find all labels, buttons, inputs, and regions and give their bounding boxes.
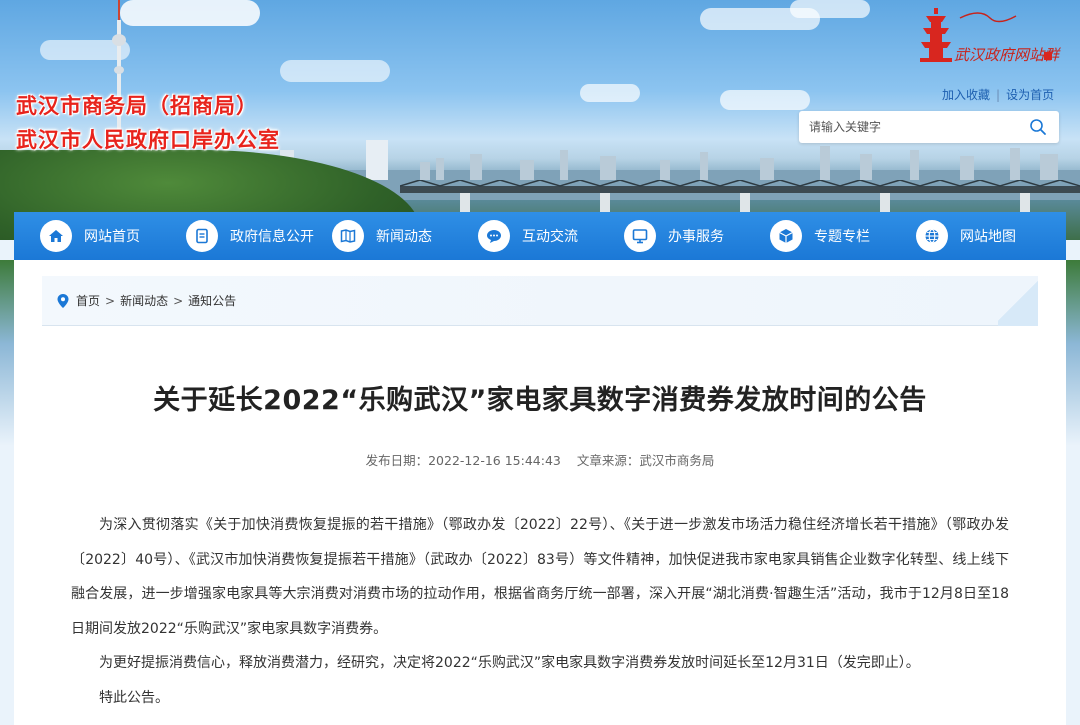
breadcrumb-separator: > xyxy=(105,293,116,308)
article-source: 文章来源：武汉市商务局 xyxy=(576,453,715,468)
article-meta: 发布日期：2022-12-16 15:44:43 文章来源：武汉市商务局 xyxy=(14,450,1066,469)
article-paragraph: 为更好提振消费信心，释放消费潜力，经研究，决定将2022“乐购武汉”家电家具数字… xyxy=(99,655,920,671)
nav-label: 新闻动态 xyxy=(376,229,432,245)
nav-label: 专题专栏 xyxy=(814,229,870,245)
page-side-right xyxy=(1066,260,1080,725)
chat-icon xyxy=(478,220,510,252)
search-input[interactable] xyxy=(809,117,1019,137)
add-bookmark-link[interactable]: 加入收藏 xyxy=(942,88,990,102)
nav-label: 互动交流 xyxy=(522,229,578,245)
nav-label: 网站首页 xyxy=(84,229,140,245)
document-icon xyxy=(186,220,218,252)
page-side-left xyxy=(0,260,14,725)
wuhan-gov-logo[interactable]: 武汉政府网站群 xyxy=(920,2,1065,80)
article-paragraph: 特此公告。 xyxy=(99,689,169,706)
article-body: 为深入贯彻落实《关于加快消费恢复提振的若干措施》（鄂政办发〔2022〕22号）、… xyxy=(71,508,1009,715)
breadcrumb-notices[interactable]: 通知公告 xyxy=(188,292,236,309)
nav-label: 政府信息公开 xyxy=(230,229,314,245)
article-title: 关于延长2022“乐购武汉”家电家具数字消费券发放时间的公告 xyxy=(153,385,927,416)
set-homepage-link[interactable]: 设为首页 xyxy=(1006,88,1054,102)
breadcrumb-bar: 首页 > 新闻动态 > 通知公告 xyxy=(42,276,1038,326)
breadcrumb: 首页 > 新闻动态 > 通知公告 xyxy=(56,292,236,309)
breadcrumb-news[interactable]: 新闻动态 xyxy=(120,292,168,309)
nav-item-gov-info[interactable]: 政府信息公开 xyxy=(186,212,314,260)
search-icon[interactable] xyxy=(1028,117,1048,137)
nav-item-home[interactable]: 网站首页 xyxy=(40,212,140,260)
search-box xyxy=(799,111,1059,143)
breadcrumb-decoration xyxy=(998,276,1038,326)
monitor-icon xyxy=(624,220,656,252)
site-title-line2: 武汉市人民政府口岸办公室 xyxy=(16,128,280,152)
nav-item-sitemap[interactable]: 网站地图 xyxy=(916,212,1016,260)
river-bridge xyxy=(400,180,1080,212)
globe-icon xyxy=(916,220,948,252)
location-pin-icon xyxy=(57,293,69,308)
cube-icon xyxy=(770,220,802,252)
header-banner: 武汉市商务局（招商局） 武汉市人民政府口岸办公室 武汉政府网站群 加入收藏 | 设为… xyxy=(0,0,1080,240)
nav-item-topics[interactable]: 专题专栏 xyxy=(770,212,870,260)
nav-label: 办事服务 xyxy=(668,229,724,245)
nav-item-news[interactable]: 新闻动态 xyxy=(332,212,432,260)
nav-item-services[interactable]: 办事服务 xyxy=(624,212,724,260)
nav-item-interaction[interactable]: 互动交流 xyxy=(478,212,578,260)
newspaper-icon xyxy=(332,220,364,252)
breadcrumb-home[interactable]: 首页 xyxy=(76,292,100,309)
main-nav: 网站首页 政府信息公开 新闻动态 互动交流 办事服务 专题专栏 网站地图 xyxy=(14,212,1066,260)
nav-label: 网站地图 xyxy=(960,229,1016,245)
top-links: 加入收藏 | 设为首页 xyxy=(942,86,1054,103)
site-title-line1: 武汉市商务局（招商局） xyxy=(16,94,258,118)
publish-date: 发布日期：2022-12-16 15:44:43 xyxy=(365,453,561,468)
article-paragraph: 为深入贯彻落实《关于加快消费恢复提振的若干措施》（鄂政办发〔2022〕22号）、… xyxy=(71,517,1009,637)
home-icon xyxy=(40,220,72,252)
article-container: 首页 > 新闻动态 > 通知公告 关于延长2022“乐购武汉”家电家具数字消费券… xyxy=(14,260,1066,725)
top-links-separator: | xyxy=(996,88,1001,102)
breadcrumb-separator: > xyxy=(173,293,184,308)
